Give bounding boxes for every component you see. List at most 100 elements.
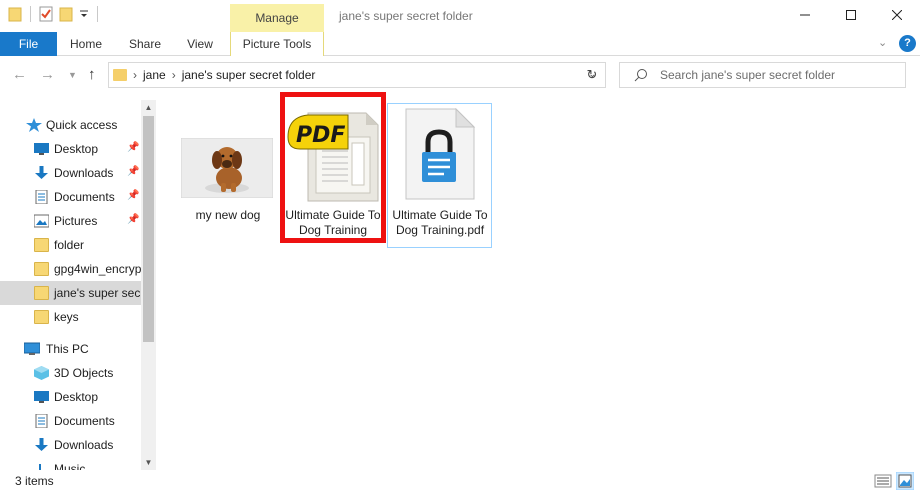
nav-quick-access[interactable]: Quick access (0, 113, 141, 137)
tab-home[interactable]: Home (62, 32, 110, 56)
folder-icon (34, 238, 49, 252)
title-bar: Manage jane's super secret folder (0, 0, 920, 32)
nav-item-music[interactable]: Music (0, 457, 141, 470)
puppy-thumbnail (181, 138, 273, 198)
scroll-down-chevron-icon[interactable]: ▼ (141, 455, 156, 470)
new-folder-icon[interactable] (59, 6, 73, 22)
breadcrumb-jane[interactable]: jane (143, 68, 166, 82)
tab-picture-tools[interactable]: Picture Tools (230, 32, 324, 56)
scroll-up-chevron-icon[interactable]: ▲ (141, 100, 156, 115)
up-arrow-icon[interactable]: ↑ (88, 66, 96, 83)
nav-label: keys (54, 310, 79, 324)
close-icon (892, 10, 902, 20)
expand-ribbon-chevron-icon[interactable]: ⌄ (878, 36, 887, 49)
tab-share[interactable]: Share (122, 32, 168, 56)
nav-label: Music (54, 462, 86, 470)
nav-label: Desktop (54, 142, 99, 156)
recent-locations-chevron-icon[interactable]: ▼ (68, 70, 77, 80)
nav-label: Quick access (46, 118, 118, 132)
pin-icon[interactable]: 📌 (127, 214, 139, 225)
tab-view[interactable]: View (178, 32, 222, 56)
file-item-ultimate-guide-pdf-app[interactable]: PDF Ultimate Guide To Dog Training (281, 105, 385, 251)
nav-item-desktop[interactable]: Desktop 📌 (0, 137, 141, 161)
pdf-document-icon: PDF (287, 112, 379, 202)
customize-qat-dropdown-icon[interactable] (79, 6, 89, 22)
nav-item-downloads[interactable]: Downloads 📌 (0, 161, 141, 185)
quick-access-toolbar (8, 6, 100, 22)
pictures-icon (34, 214, 49, 228)
properties-checkmark-icon[interactable] (39, 6, 53, 22)
navigation-pane: Quick access Desktop 📌 Downloads 📌 Docum… (0, 100, 156, 470)
nav-scrollbar[interactable]: ▲ ▼ (141, 100, 156, 470)
music-icon (39, 464, 41, 470)
nav-item-gpg4win[interactable]: gpg4win_encryp (0, 257, 141, 281)
window-title: jane's super secret folder (339, 9, 473, 23)
nav-item-janes-super-secret-folder[interactable]: jane's super secr (0, 281, 141, 305)
nav-item-pc-desktop[interactable]: Desktop (0, 385, 141, 409)
folder-icon (34, 286, 49, 300)
address-bar[interactable]: › jane › jane's super secret folder ⌄ (108, 62, 606, 88)
scroll-thumb[interactable] (143, 116, 154, 342)
nav-item-keys[interactable]: keys (0, 305, 141, 329)
nav-label: Downloads (54, 166, 114, 180)
minimize-icon (800, 14, 810, 16)
file-name: Ultimate Guide To Dog Training (285, 208, 381, 237)
pin-icon[interactable]: 📌 (127, 166, 139, 177)
file-item-my-new-dog[interactable]: my new dog (176, 105, 280, 251)
pin-icon[interactable]: 📌 (127, 190, 139, 201)
breadcrumb-chevron-icon[interactable]: › (133, 68, 137, 82)
status-bar: 3 items (0, 470, 920, 493)
help-icon[interactable]: ? (899, 35, 916, 52)
nav-label: Documents (54, 414, 115, 428)
close-button[interactable] (874, 0, 920, 30)
manage-tab[interactable]: Manage (230, 4, 324, 32)
computer-icon (24, 342, 40, 355)
refresh-icon: ↻ (586, 67, 598, 82)
file-item-ultimate-guide-pdf-encrypted[interactable]: Ultimate Guide To Dog Training.pdf (388, 105, 492, 251)
nav-item-pictures[interactable]: Pictures 📌 (0, 209, 141, 233)
nav-label: Documents (54, 190, 115, 204)
item-count: 3 items (15, 474, 54, 488)
nav-label: Downloads (54, 438, 114, 452)
folder-icon (34, 310, 49, 324)
details-view-icon[interactable] (874, 472, 892, 490)
document-icon (35, 414, 48, 428)
folder-icon (113, 69, 127, 81)
download-arrow-icon (35, 438, 48, 451)
ribbon-tabs: File Home Share View Picture Tools ⌄ ? (0, 32, 920, 56)
file-name: my new dog (195, 208, 261, 222)
download-arrow-icon (35, 166, 48, 179)
document-icon (35, 190, 48, 204)
search-input[interactable]: Search jane's super secret folder (660, 68, 835, 82)
breadcrumb-current-folder[interactable]: jane's super secret folder (182, 68, 316, 82)
nav-label: gpg4win_encryp (54, 262, 141, 276)
nav-label: Desktop (54, 390, 99, 404)
nav-item-folder[interactable]: folder (0, 233, 141, 257)
tab-file[interactable]: File (0, 32, 57, 56)
nav-this-pc[interactable]: This PC (0, 337, 141, 361)
nav-label: 3D Objects (54, 366, 114, 380)
back-arrow-icon[interactable]: ← (12, 66, 27, 83)
nav-item-documents[interactable]: Documents 📌 (0, 185, 141, 209)
search-box[interactable]: Search jane's super secret folder (619, 62, 906, 88)
nav-item-pc-downloads[interactable]: Downloads (0, 433, 141, 457)
nav-item-pc-documents[interactable]: Documents (0, 409, 141, 433)
nav-label: folder (54, 238, 85, 252)
large-icons-view-icon[interactable] (896, 472, 914, 490)
refresh-button[interactable]: ↻ (579, 62, 606, 88)
desktop-icon (34, 143, 49, 155)
search-icon (634, 69, 647, 82)
file-list: my new dog PDF Ultimate Guide To Dog Tra… (170, 92, 920, 470)
locked-document-icon (405, 108, 476, 200)
maximize-button[interactable] (828, 0, 874, 30)
file-name: Ultimate Guide To Dog Training.pdf (392, 208, 488, 237)
nav-item-3d-objects[interactable]: 3D Objects (0, 361, 141, 385)
breadcrumb-chevron-icon[interactable]: › (172, 68, 176, 82)
star-icon (26, 118, 42, 132)
minimize-button[interactable] (782, 0, 828, 30)
pin-icon[interactable]: 📌 (127, 142, 139, 153)
forward-arrow-icon[interactable]: → (40, 66, 55, 83)
folder-icon[interactable] (8, 6, 22, 22)
folder-icon (34, 262, 49, 276)
3d-objects-icon (34, 366, 49, 380)
